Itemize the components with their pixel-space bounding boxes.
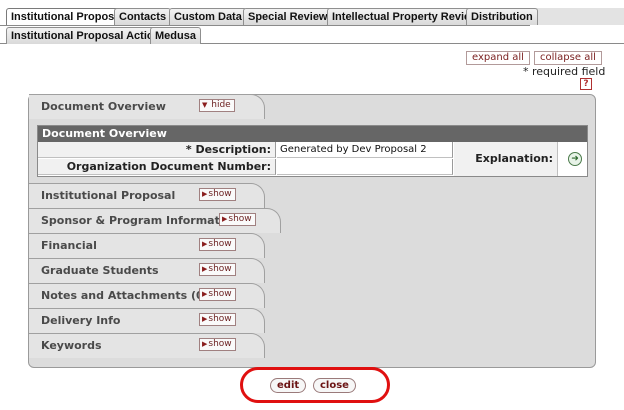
show-toggle-button[interactable]: ▶show: [199, 338, 236, 351]
tab-bar-fill: [528, 8, 624, 25]
tab-intellectual-property-review[interactable]: Intellectual Property Review: [327, 8, 484, 25]
edit-button[interactable]: edit: [270, 378, 307, 393]
arrow-circle-icon[interactable]: ➜: [568, 152, 582, 166]
document-panel: Document Overview ▼ hide Document Overvi…: [28, 94, 596, 368]
section-delivery-info: Delivery Info ▶show: [29, 308, 595, 333]
hide-toggle-button[interactable]: ▼ hide: [199, 99, 235, 112]
section-title: Sponsor & Program Information: [41, 214, 240, 227]
help-icon[interactable]: ?: [580, 78, 592, 90]
show-toggle-button[interactable]: ▶show: [199, 238, 236, 251]
collapse-all-button[interactable]: collapse all: [534, 51, 602, 65]
tab-row-divider: [0, 25, 530, 26]
toggle-label: show: [208, 314, 232, 324]
section-title: Financial: [41, 239, 97, 252]
triangle-right-icon: ▶: [202, 190, 208, 198]
show-toggle-button[interactable]: ▶show: [199, 263, 236, 276]
toggle-label: hide: [211, 100, 231, 110]
triangle-right-icon: ▶: [202, 340, 208, 348]
toggle-label: show: [208, 339, 232, 349]
section-document-overview: Document Overview ▼ hide: [29, 94, 595, 119]
show-toggle-button[interactable]: ▶show: [199, 313, 236, 326]
close-button[interactable]: close: [313, 378, 356, 393]
section-institutional-proposal: Institutional Proposal ▶show: [29, 183, 595, 208]
show-toggle-button[interactable]: ▶show: [219, 213, 256, 226]
section-title: Document Overview: [41, 100, 166, 113]
expand-all-button[interactable]: expand all: [466, 51, 530, 65]
org-doc-number-field[interactable]: [277, 159, 453, 175]
triangle-right-icon: ▶: [222, 215, 228, 223]
required-field-note: * required field: [523, 65, 606, 78]
org-doc-number-row: Organization Document Number:: [38, 159, 454, 175]
document-overview-header: Document Overview: [38, 126, 587, 142]
description-label: * Description:: [38, 142, 276, 158]
triangle-down-icon: ▼: [202, 101, 208, 109]
section-sponsor-program-information: Sponsor & Program Information ▶show: [29, 208, 595, 233]
tab-special-review[interactable]: Special Review: [243, 8, 333, 25]
section-notes-and-attachments: Notes and Attachments (0) ▶show: [29, 283, 595, 308]
document-overview-content: Document Overview * Description: Generat…: [37, 125, 588, 177]
section-title: Delivery Info: [41, 314, 121, 327]
explanation-label: Explanation:: [454, 142, 558, 176]
tab-distribution[interactable]: Distribution: [466, 8, 538, 25]
show-toggle-button[interactable]: ▶show: [199, 188, 236, 201]
toggle-label: show: [208, 264, 232, 274]
toggle-label: show: [228, 214, 252, 224]
tab-institutional-proposal[interactable]: Institutional Proposal: [6, 8, 129, 25]
section-title: Notes and Attachments (0): [41, 289, 209, 302]
tab-contacts[interactable]: Contacts: [114, 8, 172, 25]
toggle-label: show: [208, 189, 232, 199]
section-title: Graduate Students: [41, 264, 159, 277]
section-title: Keywords: [41, 339, 102, 352]
tab-medusa[interactable]: Medusa: [150, 27, 201, 44]
triangle-right-icon: ▶: [202, 265, 208, 273]
triangle-right-icon: ▶: [202, 240, 208, 248]
show-toggle-button[interactable]: ▶show: [199, 288, 236, 301]
description-row: * Description: Generated by Dev Proposal…: [38, 142, 454, 158]
triangle-right-icon: ▶: [202, 290, 208, 298]
toggle-label: show: [208, 289, 232, 299]
section-keywords: Keywords ▶show: [29, 333, 595, 358]
org-doc-number-label: Organization Document Number:: [38, 159, 276, 175]
section-title: Institutional Proposal: [41, 189, 176, 202]
tab-institutional-proposal-actions[interactable]: Institutional Proposal Actions: [6, 27, 172, 44]
description-field[interactable]: Generated by Dev Proposal 2: [277, 142, 453, 158]
tab-custom-data[interactable]: Custom Data: [169, 8, 247, 25]
toggle-label: show: [208, 239, 232, 249]
tab-bar: Institutional Proposal Contacts Custom D…: [0, 8, 624, 44]
section-financial: Financial ▶show: [29, 233, 595, 258]
triangle-right-icon: ▶: [202, 315, 208, 323]
section-graduate-students: Graduate Students ▶show: [29, 258, 595, 283]
